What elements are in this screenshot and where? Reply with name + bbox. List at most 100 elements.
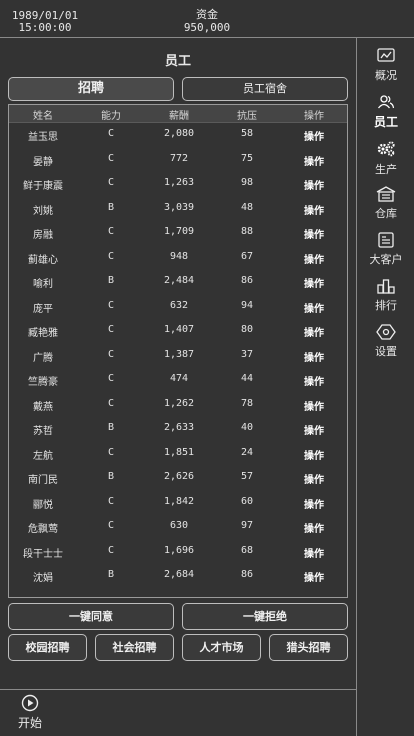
staff-ability: C [107, 324, 115, 335]
sidebar-item-overview[interactable]: 概况 [357, 48, 414, 92]
operation-button[interactable]: 操作 [281, 520, 347, 535]
sidebar-item-clients[interactable]: 大客户 [357, 232, 414, 276]
staff-salary: 474 [169, 373, 189, 384]
headhunter-button[interactable]: 猎头招聘 [269, 634, 348, 661]
ranking-icon [377, 279, 395, 294]
staff-salary: 948 [169, 250, 189, 262]
table-row: 刘姚 B 3,039 48 操作 [9, 196, 347, 221]
staff-salary: 2,484 [163, 275, 195, 286]
staff-name: 益玉思 [28, 132, 58, 143]
social-recruit-button[interactable]: 社会招聘 [95, 634, 174, 661]
operation-button[interactable]: 操作 [281, 251, 347, 266]
operation-button[interactable]: 操作 [281, 398, 347, 413]
staff-ability: B [107, 569, 115, 580]
table-row: 竺腾豪 C 474 44 操作 [9, 367, 347, 392]
staff-ability: B [107, 201, 115, 213]
staff-stress: 86 [240, 275, 254, 286]
people-icon [377, 95, 395, 109]
staff-salary: 1,842 [163, 495, 195, 507]
agree-all-button[interactable]: 一键同意 [8, 603, 174, 630]
play-icon [21, 694, 39, 712]
staff-stress: 67 [240, 250, 254, 262]
staff-table: 姓名 能力 薪酬 抗压 操作 益玉思 C 2,080 58 操作 晏静 C 772 75 操作 鲜于… [8, 104, 348, 598]
staff-salary: 2,684 [163, 569, 195, 580]
table-row: 沈娟 B 2,684 86 操作 [9, 563, 347, 588]
staff-name: 喻利 [33, 279, 53, 290]
start-button[interactable]: 开始 [10, 694, 50, 731]
staff-ability: C [107, 250, 115, 262]
table-row: 房融 C 1,709 88 操作 [9, 220, 347, 245]
date-time: 1989/01/01 15:00:00 [10, 10, 80, 34]
staff-name: 段干士士 [23, 548, 63, 560]
operation-button[interactable]: 操作 [281, 153, 347, 168]
sidebar-item-ranking[interactable]: 排行 [357, 278, 414, 322]
staff-ability: C [107, 226, 115, 237]
staff-salary: 772 [169, 152, 189, 164]
reject-all-button[interactable]: 一键拒绝 [182, 603, 348, 630]
operation-button[interactable]: 操作 [281, 226, 347, 241]
staff-stress: 86 [240, 569, 254, 580]
table-row: 益玉思 C 2,080 58 操作 [9, 122, 347, 147]
gears-icon [377, 141, 395, 157]
staff-name: 庞平 [33, 303, 53, 315]
staff-stress: 44 [240, 373, 254, 384]
table-header: 姓名 能力 薪酬 抗压 操作 [9, 105, 347, 123]
operation-button[interactable]: 操作 [281, 471, 347, 486]
table-row: 晏静 C 772 75 操作 [9, 147, 347, 172]
table-row: 左航 C 1,851 24 操作 [9, 441, 347, 466]
table-row: 郦悦 C 1,842 60 操作 [9, 490, 347, 515]
sidebar-item-staff[interactable]: 员工 [357, 94, 414, 138]
staff-ability: C [107, 299, 115, 311]
operation-button[interactable]: 操作 [281, 569, 347, 584]
table-row: 苏哲 B 2,633 40 操作 [9, 416, 347, 441]
warehouse-icon [376, 186, 396, 202]
operation-button[interactable]: 操作 [281, 422, 347, 437]
staff-salary: 1,709 [163, 226, 195, 237]
staff-salary: 2,080 [163, 128, 195, 139]
sidebar-label: 仓库 [375, 207, 397, 220]
sidebar-item-production[interactable]: 生产 [357, 140, 414, 184]
staff-ability: B [107, 422, 115, 433]
operation-button[interactable]: 操作 [281, 275, 347, 290]
staff-stress: 58 [240, 128, 254, 139]
table-row: 喻利 B 2,484 86 操作 [9, 269, 347, 294]
staff-stress: 88 [240, 226, 254, 237]
sidebar-label: 员工 [373, 115, 398, 129]
operation-button[interactable]: 操作 [281, 128, 347, 143]
operation-button[interactable]: 操作 [281, 373, 347, 388]
talent-market-button[interactable]: 人才市场 [182, 634, 261, 661]
start-label: 开始 [17, 716, 42, 730]
page-title: 员工 [164, 54, 191, 69]
top-bar: 1989/01/01 15:00:00 资金 950,000 [0, 0, 414, 38]
tab-recruit[interactable]: 招聘 [8, 77, 174, 101]
sidebar-item-settings[interactable]: 设置 [357, 324, 414, 368]
operation-button[interactable]: 操作 [281, 349, 347, 364]
staff-name: 沈娟 [33, 573, 53, 584]
operation-button[interactable]: 操作 [281, 496, 347, 511]
operation-button[interactable]: 操作 [281, 177, 347, 192]
operation-button[interactable]: 操作 [281, 300, 347, 315]
staff-name: 左航 [33, 450, 53, 462]
campus-recruit-button[interactable]: 校园招聘 [8, 634, 87, 661]
staff-name: 苏哲 [33, 426, 53, 437]
tab-dorm[interactable]: 员工宿舍 [182, 77, 348, 101]
staff-ability: B [107, 471, 115, 482]
time-text: 15:00:00 [18, 21, 72, 34]
header-salary: 薪酬 [169, 111, 189, 122]
funds: 资金 950,000 [167, 8, 247, 34]
sidebar-item-warehouse[interactable]: 仓库 [357, 186, 414, 230]
table-row: 戴燕 C 1,262 78 操作 [9, 392, 347, 417]
staff-ability: C [107, 495, 115, 507]
staff-name: 臧艳雅 [28, 328, 58, 339]
table-row: 南门民 B 2,626 57 操作 [9, 465, 347, 490]
operation-button[interactable]: 操作 [281, 545, 347, 560]
funds-label: 资金 [196, 8, 218, 21]
staff-name: 郦悦 [33, 499, 53, 511]
table-row: 庞平 C 632 94 操作 [9, 294, 347, 319]
staff-ability: C [107, 520, 115, 531]
staff-salary: 1,263 [163, 177, 195, 188]
operation-button[interactable]: 操作 [281, 447, 347, 462]
operation-button[interactable]: 操作 [281, 202, 347, 217]
operation-button[interactable]: 操作 [281, 324, 347, 339]
staff-name: 戴燕 [33, 401, 53, 413]
